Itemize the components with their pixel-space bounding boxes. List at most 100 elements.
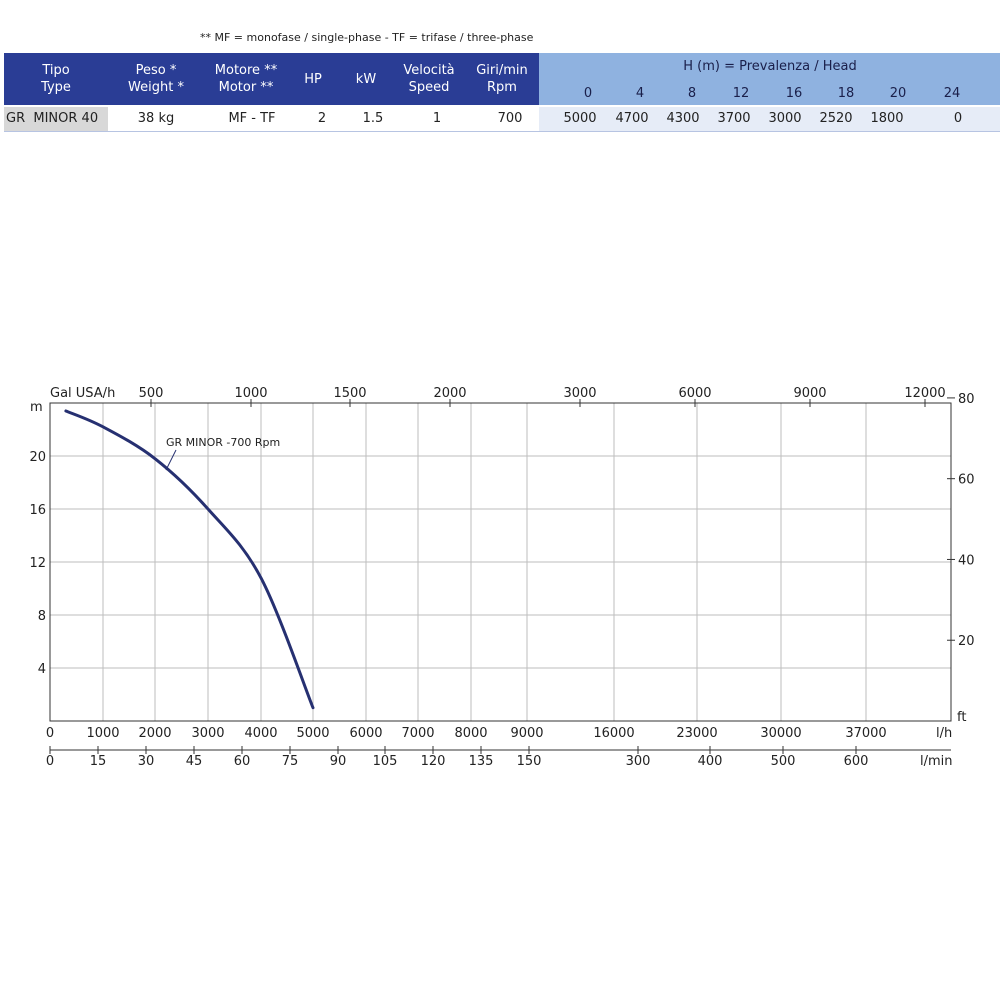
x-top-tick-label: 500 [139, 386, 164, 401]
phase-legend-note: ** MF = monofase / single-phase - TF = t… [200, 31, 534, 44]
x-tick-label-lmin: 60 [234, 754, 251, 769]
x-tick-label-lh: 2000 [138, 726, 171, 741]
x-top-tick-label: 1500 [333, 386, 366, 401]
x-tick-label-lmin: 135 [469, 754, 494, 769]
x-top-tick-label: 1000 [234, 386, 267, 401]
x-tick-label-lmin: 400 [698, 754, 723, 769]
row-flow-value: 4700 [615, 111, 649, 126]
header-head-title: H (m) = Prevalenza / Head [683, 59, 857, 74]
y-axis-left-ticks: 4 8 12 16 20 [29, 450, 46, 677]
header-tipo-en: Type [41, 80, 71, 95]
head-value: 18 [837, 86, 855, 101]
x-tick-label-lmin: 30 [138, 754, 155, 769]
y-tick-label: 20 [29, 450, 46, 465]
row-flow-value: 3700 [717, 111, 751, 126]
header-kw: kW [355, 72, 377, 87]
row-flow-value: 2520 [819, 111, 853, 126]
y-right-tick-label: 20 [958, 634, 975, 649]
row-divider [4, 131, 1000, 132]
row-rpm: 700 [497, 111, 523, 126]
x-tick-label-lh: 7000 [401, 726, 434, 741]
head-value: 8 [687, 86, 697, 101]
x-top-tick-label: 2000 [433, 386, 466, 401]
pump-curve-chart: GR MINOR -700 Rpm 4 8 12 16 20 20 40 60 80 0 100… [29, 386, 975, 769]
row-flow-value: 3000 [768, 111, 802, 126]
header-motore: Motore ** Motor ** [200, 62, 292, 96]
y-right-tick-label: 80 [958, 392, 975, 407]
header-velocita-en: Speed [408, 80, 450, 95]
y-right-tick-label: 60 [958, 473, 975, 488]
x-tick-label-lh: 1000 [86, 726, 119, 741]
header-peso-it: Peso * [135, 63, 177, 78]
x-tick-label-lh: 0 [46, 726, 54, 741]
row-hp: 2 [317, 111, 327, 126]
header-peso: Peso * Weight * [112, 62, 200, 96]
chart-grid [50, 403, 951, 721]
row-flow-value: 1800 [870, 111, 904, 126]
series-label-gr-minor: GR MINOR -700 Rpm [166, 436, 280, 449]
x-tick-label-lmin: 105 [373, 754, 398, 769]
x-tick-label-lmin: 75 [282, 754, 299, 769]
y-axis-right-label: ft [957, 710, 966, 725]
y-axis-left-label: m [30, 400, 43, 415]
x-axis-lh-ticks: 0 1000 2000 3000 4000 5000 6000 7000 8000 9000 160… [46, 726, 887, 741]
x-tick-label-lmin: 90 [330, 754, 347, 769]
header-motore-it: Motore ** [214, 63, 278, 78]
row-weight: 38 kg [137, 111, 175, 126]
x-tick-label-lh: 23000 [676, 726, 717, 741]
row-flow-value: 5000 [563, 111, 597, 126]
header-tipo-it: Tipo [42, 63, 70, 78]
x-axis-lmin-ticks: 0 15 30 45 60 75 90 105 120 135 150 300 400 500 600 [46, 746, 951, 769]
header-giri-en: Rpm [487, 80, 517, 95]
y-tick-label: 4 [38, 662, 46, 677]
x-tick-label-lh: 4000 [244, 726, 277, 741]
y-tick-label: 16 [29, 503, 46, 518]
y-right-tick-label: 40 [958, 553, 975, 568]
x-tick-label-lh: 8000 [454, 726, 487, 741]
x-tick-label-lh: 5000 [296, 726, 329, 741]
row-kw: 1.5 [362, 111, 384, 126]
head-value: 20 [889, 86, 907, 101]
head-value: 12 [732, 86, 750, 101]
x-tick-label-lh: 6000 [349, 726, 382, 741]
row-speed: 1 [432, 111, 442, 126]
x-top-tick-label: 12000 [904, 386, 945, 401]
x-axis-lh-label: l/h [936, 726, 952, 741]
x-top-tick-label: 3000 [563, 386, 596, 401]
x-tick-label-lmin: 45 [186, 754, 203, 769]
head-value: 16 [785, 86, 803, 101]
x-tick-label-lmin: 0 [46, 754, 54, 769]
header-velocita-it: Velocità [403, 63, 455, 78]
x-top-tick-label: 6000 [678, 386, 711, 401]
header-motore-en: Motor ** [218, 80, 274, 95]
x-axis-galusa-label: Gal USA/h [50, 386, 115, 401]
header-tipo: Tipo Type [18, 62, 94, 96]
x-tick-label-lh: 37000 [845, 726, 886, 741]
x-tick-label-lmin: 500 [771, 754, 796, 769]
x-tick-label-lmin: 600 [844, 754, 869, 769]
x-tick-label-lmin: 120 [421, 754, 446, 769]
header-giri-it: Giri/min [476, 63, 528, 78]
x-tick-label-lmin: 15 [90, 754, 107, 769]
x-tick-label-lh: 9000 [510, 726, 543, 741]
x-top-tick-label: 9000 [793, 386, 826, 401]
row-flow-value: 0 [953, 111, 963, 126]
header-peso-en: Weight * [128, 80, 184, 95]
x-tick-label-lh: 3000 [191, 726, 224, 741]
y-tick-label: 8 [38, 609, 46, 624]
x-axis-galusa-ticks: 500 1000 1500 2000 3000 6000 9000 12000 [139, 386, 946, 407]
row-motor: MF - TF [228, 111, 276, 126]
series-label-leader [165, 449, 177, 471]
header-velocita: Velocità Speed [392, 62, 466, 96]
header-giri: Giri/min Rpm [468, 62, 536, 96]
head-value: 0 [583, 86, 593, 101]
x-tick-label-lmin: 300 [626, 754, 651, 769]
head-value: 24 [943, 86, 961, 101]
x-tick-label-lmin: 150 [517, 754, 542, 769]
head-value: 4 [635, 86, 645, 101]
row-flow-value: 4300 [666, 111, 700, 126]
row-model-name: GR MINOR 40 [6, 111, 99, 126]
x-axis-lmin-label: l/min [920, 754, 953, 769]
x-tick-label-lh: 16000 [593, 726, 634, 741]
header-hp: HP [304, 72, 322, 87]
